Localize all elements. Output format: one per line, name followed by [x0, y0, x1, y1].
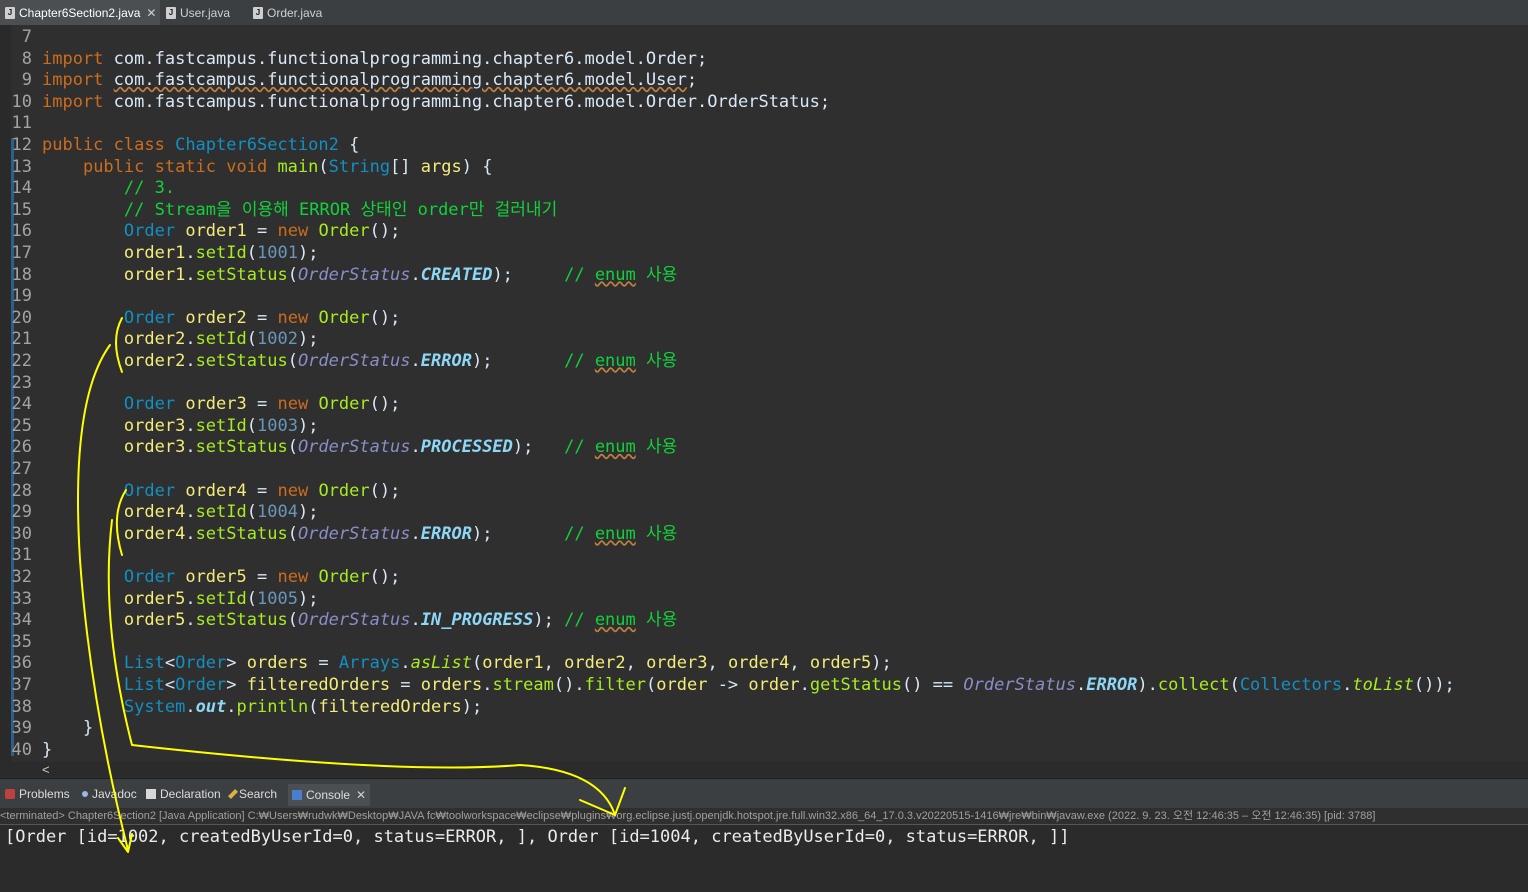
code-text: public static void main(String[] args) { — [82, 156, 493, 177]
line-number: 7 — [21, 27, 32, 47]
scroll-left-icon[interactable]: < — [42, 762, 50, 777]
code-text: System.out.println(filteredOrders); — [123, 696, 483, 717]
code-text: order1.setStatus(OrderStatus.CREATED); /… — [123, 264, 678, 285]
code-text: order4.setId(1004); — [123, 502, 319, 523]
code-text: Order order2 = new Order(); — [123, 307, 401, 328]
code-text: import com.fastcampus.functionalprogramm… — [42, 48, 708, 69]
line-number: 38 — [11, 696, 32, 717]
close-icon[interactable]: ✕ — [146, 6, 156, 20]
tab-order[interactable]: J Order.java — [253, 0, 343, 25]
problems-icon — [5, 789, 15, 799]
code-text: List<Order> orders = Arrays.asList(order… — [123, 653, 892, 674]
code-text: import com.fastcampus.functionalprogramm… — [42, 70, 698, 91]
line-number: 25 — [11, 415, 32, 436]
console-status-line: <terminated> Chapter6Section2 [Java Appl… — [0, 808, 1528, 825]
tab-problems[interactable]: Problems — [5, 787, 70, 801]
line-number: 16 — [11, 221, 32, 242]
code-text: Order order4 = new Order(); — [123, 480, 401, 501]
java-file-icon: J — [5, 6, 15, 19]
line-number: 30 — [11, 523, 32, 544]
line-number: 26 — [11, 437, 32, 458]
code-text: import com.fastcampus.functionalprogramm… — [42, 91, 831, 112]
code-text: Order order3 = new Order(); — [123, 394, 401, 415]
java-file-icon: J — [253, 6, 263, 19]
line-number: 28 — [11, 480, 32, 501]
code-text: Order order1 = new Order(); — [123, 221, 401, 242]
line-number: 14 — [11, 178, 32, 199]
code-text: } — [42, 718, 94, 739]
line-number: 18 — [11, 264, 32, 285]
line-number: 37 — [11, 675, 32, 695]
line-number: 15 — [11, 199, 32, 220]
horizontal-scrollbar[interactable]: < — [0, 762, 1528, 777]
line-number: 34 — [11, 610, 32, 631]
line-number: 21 — [11, 329, 32, 350]
tab-label: Order.java — [267, 5, 323, 20]
line-number: 31 — [11, 545, 32, 566]
code-text: order4.setStatus(OrderStatus.ERROR); // … — [123, 523, 678, 544]
line-number: 12 — [11, 135, 32, 155]
line-number: 20 — [11, 307, 32, 328]
code-text: order5.setId(1005); — [123, 588, 319, 609]
tab-javadoc[interactable]: Javadoc — [82, 787, 137, 801]
code-text: order1.setId(1001); — [123, 243, 319, 263]
tab-declaration[interactable]: Declaration — [146, 787, 221, 801]
line-number: 32 — [11, 567, 32, 587]
code-text: order3.setStatus(OrderStatus.PROCESSED);… — [123, 437, 678, 458]
code-text: Order order5 = new Order(); — [123, 567, 401, 587]
code-editor[interactable]: 7 8 import com.fastcampus.functionalprogra… — [0, 25, 1528, 777]
line-number: 33 — [11, 588, 32, 609]
line-number: 19 — [11, 286, 32, 307]
search-icon — [228, 789, 238, 799]
line-number: 22 — [11, 351, 32, 371]
line-number: 27 — [11, 459, 32, 479]
code-text: // Stream을 이용해 ERROR 상태인 order만 걸러내기 — [123, 199, 558, 220]
tab-console[interactable]: Console ✕ — [288, 784, 371, 806]
java-file-icon: J — [166, 6, 176, 19]
tab-label: User.java — [180, 5, 231, 20]
close-icon[interactable]: ✕ — [356, 788, 366, 802]
line-number: 8 — [21, 48, 32, 69]
code-text: order2.setId(1002); — [123, 329, 319, 350]
line-number: 13 — [11, 156, 32, 177]
console-output: [Order [id=1002, createdByUserId=0, stat… — [5, 827, 1070, 847]
console-output-area[interactable]: [Order [id=1002, createdByUserId=0, stat… — [0, 825, 1528, 892]
tab-label: Chapter6Section2.java — [19, 5, 141, 20]
code-text: order5.setStatus(OrderStatus.IN_PROGRESS… — [123, 610, 678, 631]
line-number: 39 — [11, 718, 32, 739]
tab-user[interactable]: J User.java — [166, 0, 246, 25]
tab-chapter6section2[interactable]: J Chapter6Section2.java ✕ — [0, 0, 160, 25]
declaration-icon — [146, 789, 156, 799]
line-number: 17 — [11, 243, 32, 263]
line-number: 10 — [11, 91, 32, 112]
line-number: 36 — [11, 653, 32, 674]
console-icon — [292, 790, 302, 800]
line-number: 9 — [21, 70, 32, 91]
tab-search[interactable]: Search — [228, 787, 277, 801]
line-number: 24 — [11, 394, 32, 415]
javadoc-icon — [82, 791, 88, 797]
bottom-view-tabs: Problems Javadoc Declaration Search Cons… — [0, 778, 1528, 809]
code-text: order3.setId(1003); — [123, 415, 319, 436]
editor-tab-bar: J Chapter6Section2.java ✕ J User.java J … — [0, 0, 1528, 26]
code-text: order2.setStatus(OrderStatus.ERROR); // … — [123, 351, 678, 371]
code-text: List<Order> filteredOrders = orders.stre… — [123, 675, 1455, 695]
line-number: 40 — [11, 739, 32, 760]
line-number: 23 — [11, 372, 32, 393]
code-text: } — [42, 739, 53, 760]
line-number: 35 — [11, 631, 32, 652]
line-number: 29 — [11, 502, 32, 523]
code-text: // 3. — [123, 178, 176, 199]
code-text: public class Chapter6Section2 { — [42, 135, 360, 155]
line-number: 11 — [11, 113, 32, 134]
